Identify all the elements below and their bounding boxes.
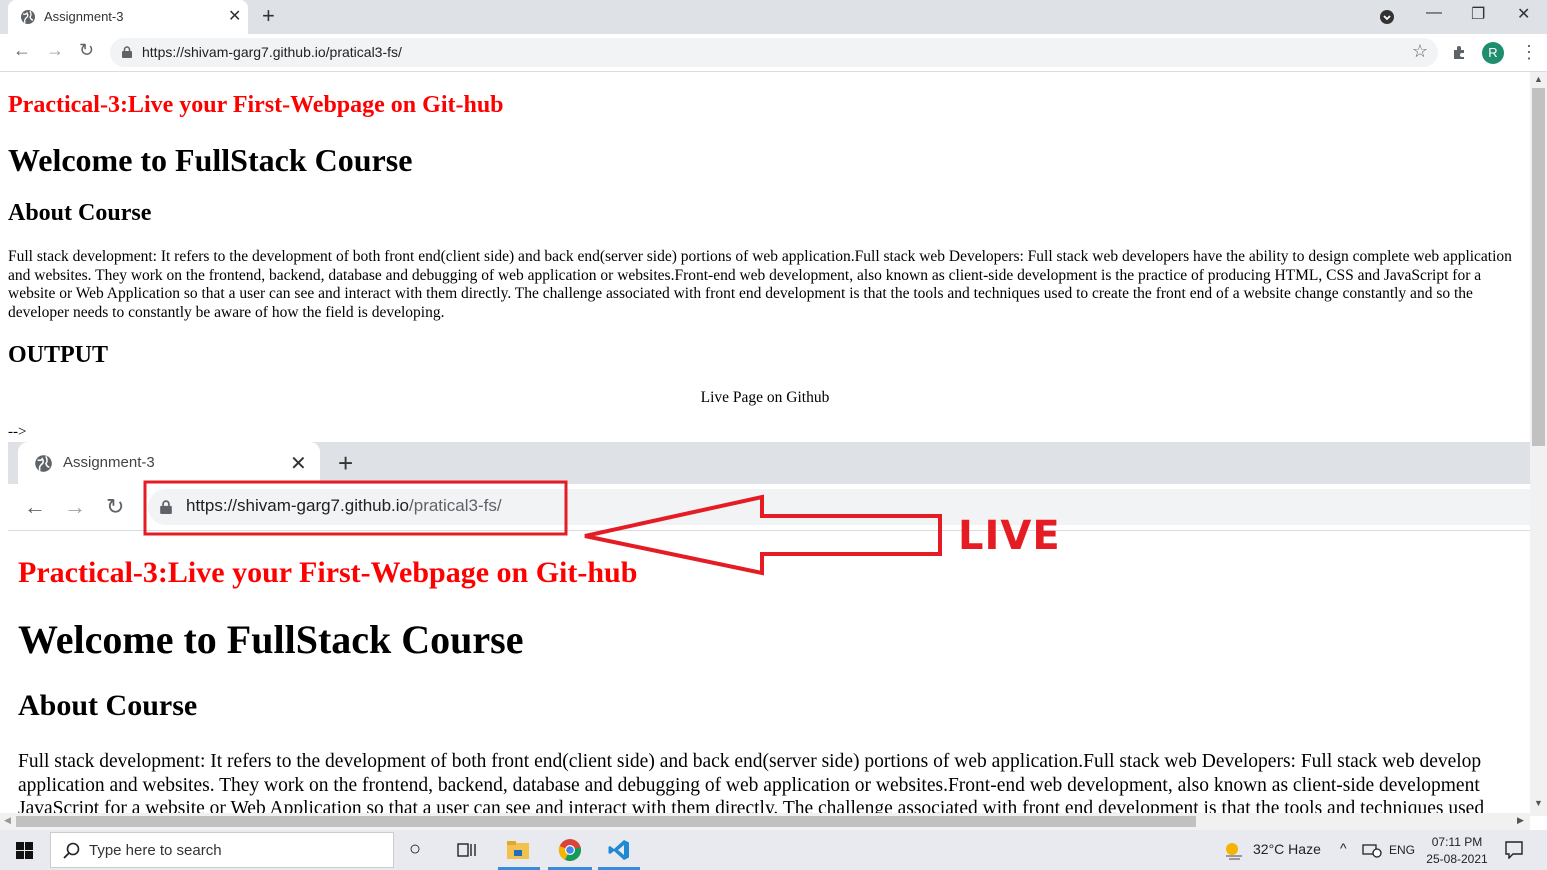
- scroll-down-icon[interactable]: ▼: [1534, 798, 1543, 808]
- address-bar[interactable]: https://shivam-garg7.github.io/pratical3…: [110, 38, 1438, 67]
- weather-text[interactable]: 32°C Haze: [1253, 841, 1321, 857]
- bookmark-star-icon[interactable]: ☆: [1412, 41, 1428, 62]
- welcome-heading: Welcome to FullStack Course: [8, 142, 413, 178]
- chrome-icon[interactable]: [558, 838, 582, 862]
- reload-icon[interactable]: ↻: [79, 40, 94, 61]
- screenshot-back-icon: ←: [24, 494, 46, 519]
- stray-comment-text: -->: [8, 424, 27, 440]
- practical-heading: Practical-3:Live your First-Webpage on G…: [8, 92, 504, 118]
- live-annotation-label: LIVE: [958, 513, 1061, 559]
- screenshot-divider: [8, 530, 1530, 531]
- network-icon[interactable]: [1362, 842, 1382, 858]
- profile-avatar[interactable]: R: [1482, 42, 1504, 64]
- weather-icon[interactable]: [1222, 839, 1246, 861]
- screenshot-welcome-heading: Welcome to FullStack Course: [18, 617, 524, 662]
- screenshot-tab-title: Assignment-3: [63, 454, 155, 471]
- about-paragraph: Full stack development: It refers to the…: [8, 248, 1512, 321]
- screenshot-about-heading: About Course: [18, 689, 198, 722]
- cortana-icon[interactable]: ○: [409, 838, 421, 861]
- clock-date: 25-08-2021: [1426, 852, 1488, 866]
- lock-icon: [122, 46, 132, 58]
- window-close-icon[interactable]: ✕: [1517, 4, 1530, 24]
- screenshot-close-icon: ✕: [290, 453, 307, 475]
- screenshot-forward-icon: →: [64, 494, 86, 519]
- globe-icon: [21, 10, 35, 24]
- restore-icon[interactable]: ❐: [1471, 4, 1485, 24]
- scroll-left-icon[interactable]: ◀: [4, 815, 11, 826]
- windows-start-icon[interactable]: [16, 842, 33, 859]
- screenshot-reload-icon: ↻: [106, 494, 125, 519]
- screenshot-para-line: Full stack development: It refers to the…: [18, 751, 1482, 772]
- screenshot-lock-icon: [160, 500, 172, 514]
- screenshot-new-tab-icon: +: [338, 448, 354, 478]
- back-icon[interactable]: ←: [13, 40, 31, 61]
- taskbar-search[interactable]: Type here to search: [50, 832, 394, 868]
- tab-title: Assignment-3: [44, 9, 124, 24]
- tab-search-icon[interactable]: [1379, 9, 1395, 25]
- screenshot-paragraph: Full stack development: It refers to the…: [18, 750, 1530, 813]
- menu-kebab-icon[interactable]: ⋮: [1520, 42, 1538, 63]
- tab-close-icon[interactable]: ✕: [228, 6, 241, 26]
- output-heading: OUTPUT: [8, 342, 109, 368]
- forward-icon[interactable]: →: [46, 40, 64, 61]
- screenshot-address-bar: https://shivam-garg7.github.io/pratical3…: [148, 489, 1530, 525]
- search-icon: [63, 842, 80, 859]
- chevron-up-icon[interactable]: ^: [1340, 840, 1347, 856]
- clock-time: 07:11 PM: [1431, 835, 1483, 849]
- vscode-icon[interactable]: [607, 838, 631, 862]
- url-text: https://shivam-garg7.github.io/pratical3…: [142, 44, 402, 60]
- screenshot-url: https://shivam-garg7.github.io/pratical3…: [186, 496, 502, 515]
- language-indicator[interactable]: ENG: [1389, 843, 1415, 857]
- screenshot-para-line: JavaScript for a website or Web Applicat…: [18, 798, 1485, 813]
- horizontal-scroll-thumb[interactable]: [16, 816, 1196, 827]
- screenshot-para-line: application and websites. They work on t…: [18, 774, 1480, 796]
- new-tab-icon[interactable]: +: [262, 3, 275, 29]
- about-heading: About Course: [8, 200, 152, 226]
- search-placeholder: Type here to search: [89, 842, 222, 859]
- scroll-right-icon[interactable]: ▶: [1517, 815, 1524, 826]
- file-explorer-icon[interactable]: [506, 840, 530, 860]
- scroll-up-icon[interactable]: ▲: [1534, 74, 1543, 84]
- screenshot-tab: Assignment-3 ✕: [18, 442, 320, 484]
- screenshot-globe-icon: [35, 455, 52, 472]
- live-caption: Live Page on Github: [700, 389, 830, 406]
- extensions-icon[interactable]: [1452, 44, 1468, 60]
- taskbar-clock[interactable]: 07:11 PM 25-08-2021: [1426, 834, 1488, 868]
- minimize-icon[interactable]: —: [1426, 4, 1442, 22]
- screenshot-practical-heading: Practical-3:Live your First-Webpage on G…: [18, 556, 638, 589]
- vertical-scroll-thumb[interactable]: [1532, 88, 1545, 446]
- notifications-icon[interactable]: [1505, 841, 1523, 859]
- task-view-icon[interactable]: [457, 841, 477, 859]
- browser-tab[interactable]: Assignment-3 ✕: [8, 0, 248, 34]
- output-screenshot: Assignment-3 ✕ + ← → ↻ https://shivam-ga…: [8, 442, 1530, 813]
